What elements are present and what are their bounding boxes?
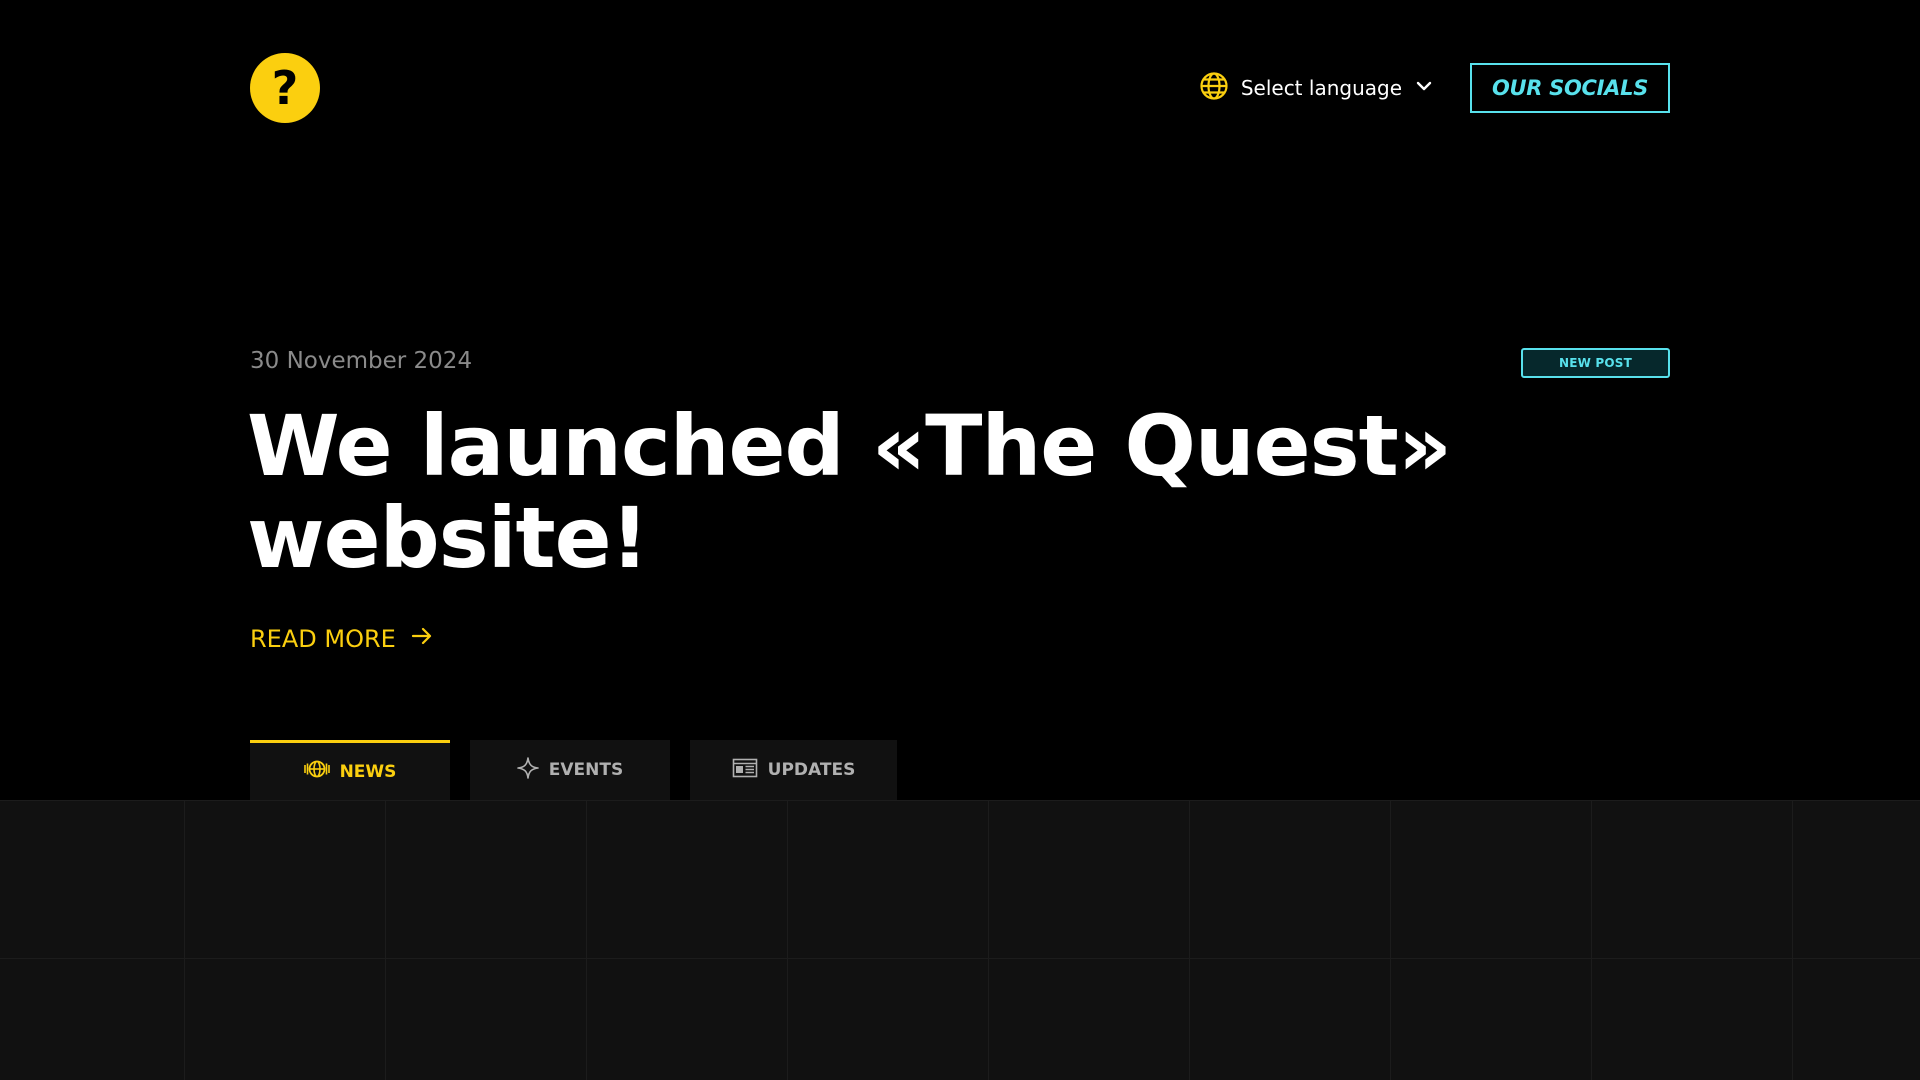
our-socials-button[interactable]: OUR SOCIALS bbox=[1470, 63, 1670, 113]
read-more-label: READ MORE bbox=[250, 625, 396, 653]
site-header: ? Select language OUR SOCIALS bbox=[250, 53, 1670, 123]
tab-news-label: NEWS bbox=[339, 761, 397, 782]
tab-updates[interactable]: UPDATES bbox=[690, 740, 897, 800]
chevron-down-icon bbox=[1414, 76, 1434, 100]
content-grid-panel bbox=[0, 800, 1920, 1080]
language-selector[interactable]: Select language bbox=[1199, 71, 1434, 105]
logo-symbol: ? bbox=[271, 61, 299, 115]
sparkle-icon bbox=[516, 756, 539, 784]
header-actions: Select language OUR SOCIALS bbox=[1199, 63, 1670, 113]
arrow-right-icon bbox=[410, 624, 434, 654]
tab-news[interactable]: NEWS bbox=[250, 740, 450, 800]
newspaper-icon bbox=[732, 758, 758, 783]
category-tabs: NEWS EVENTS UPDATES bbox=[250, 740, 897, 800]
tab-events-label: EVENTS bbox=[548, 760, 624, 780]
page: ? Select language OUR SOCIALS 30 Novembe… bbox=[0, 0, 1920, 1080]
post-title[interactable]: We launched «The Quest» website! bbox=[247, 400, 1497, 584]
globe-stripes-icon bbox=[303, 759, 330, 784]
tab-updates-label: UPDATES bbox=[767, 760, 856, 780]
globe-icon bbox=[1199, 71, 1229, 105]
tab-events[interactable]: EVENTS bbox=[470, 740, 670, 800]
new-post-badge: NEW POST bbox=[1521, 348, 1670, 378]
language-label: Select language bbox=[1240, 76, 1402, 100]
read-more-link[interactable]: READ MORE bbox=[250, 624, 434, 654]
logo[interactable]: ? bbox=[250, 53, 320, 123]
post-date: 30 November 2024 bbox=[250, 348, 473, 374]
